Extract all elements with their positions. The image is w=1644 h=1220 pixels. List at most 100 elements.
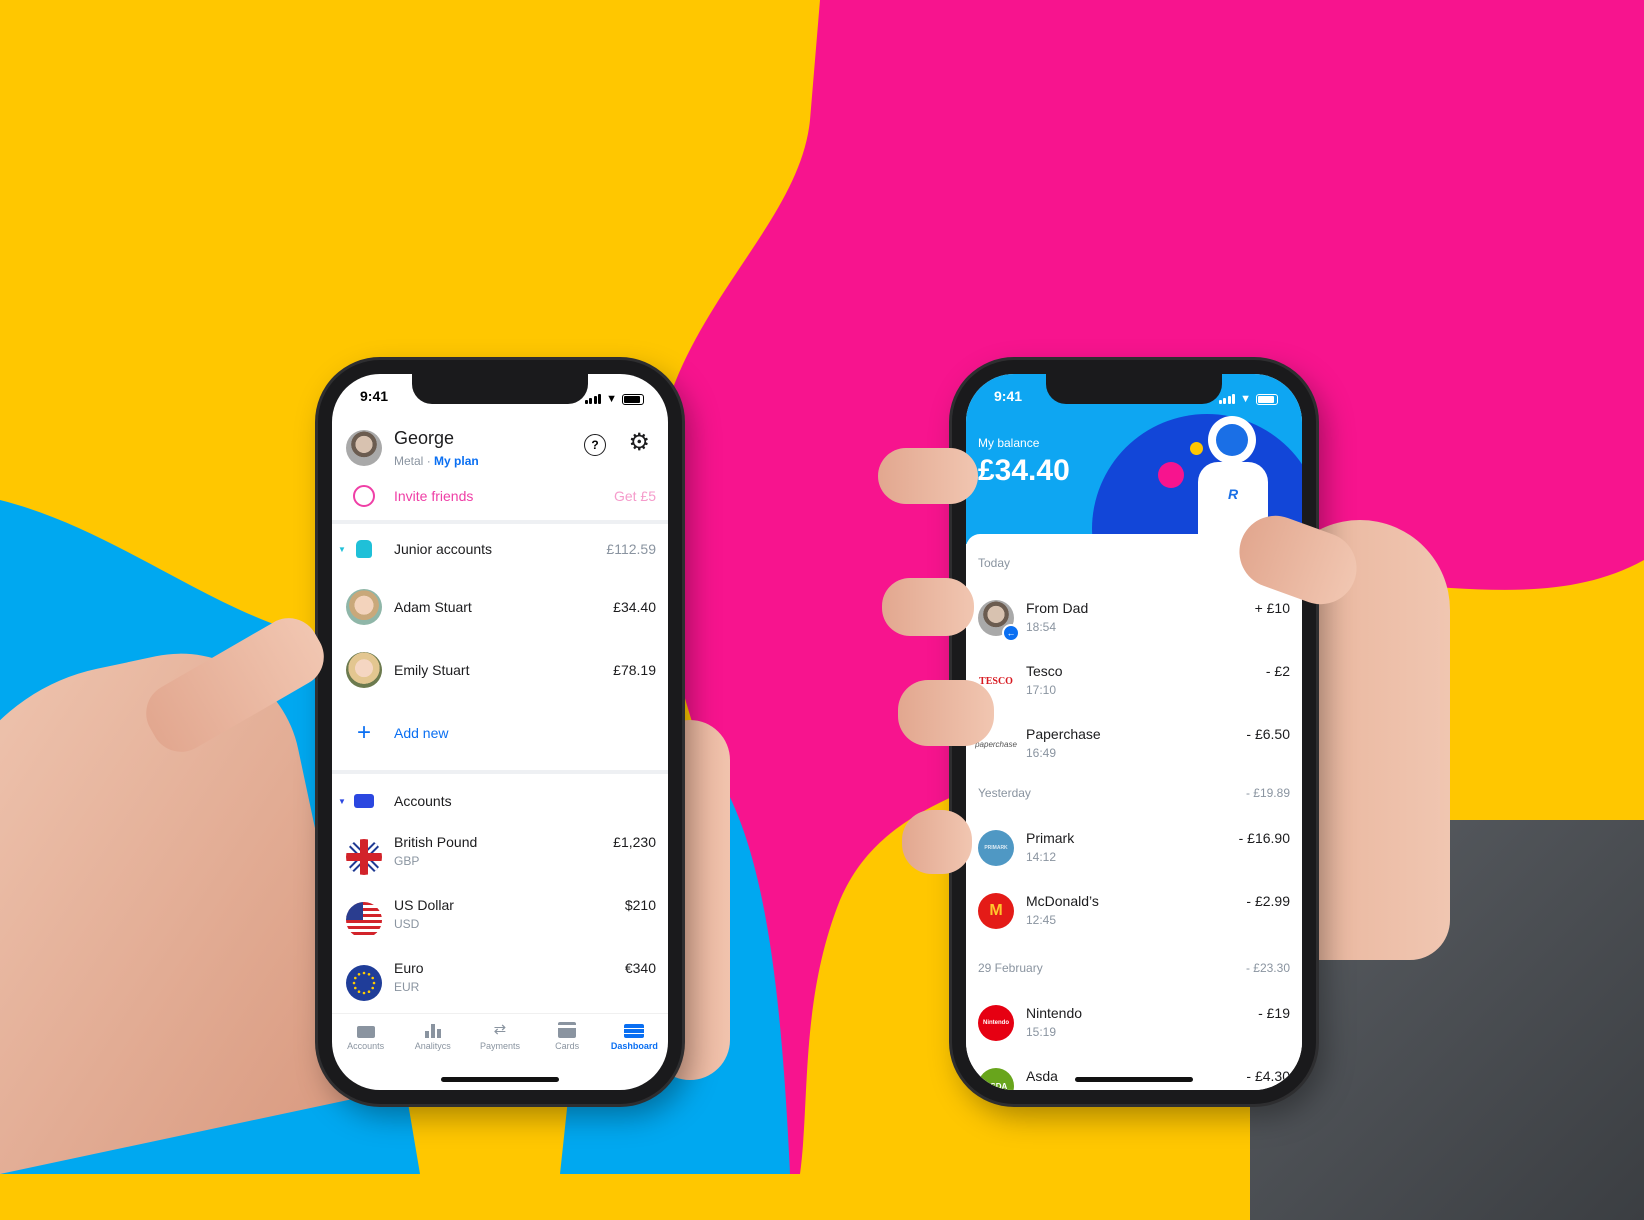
- account-amount: $210: [624, 897, 656, 913]
- invite-reward: Get £5: [613, 488, 656, 504]
- balance-header: R 9:41 ▼ My balance £34.40: [966, 374, 1302, 544]
- tab-accounts[interactable]: Accounts: [335, 1022, 397, 1068]
- profile-header: George Metal · My plan ? ⚙: [346, 428, 654, 474]
- my-plan-link[interactable]: My plan: [434, 454, 479, 468]
- transaction-row[interactable]: PRIMARK Primark 14:12 - £16.90: [966, 824, 1302, 874]
- junior-member-row[interactable]: Emily Stuart £78.19: [332, 649, 668, 691]
- transaction-time: 14:12: [1026, 850, 1057, 864]
- tab-payments[interactable]: ⇄ Payments: [469, 1022, 531, 1068]
- signal-icon: [1218, 394, 1236, 404]
- collapse-caret-icon[interactable]: ▼: [338, 797, 346, 806]
- account-name: Euro: [394, 960, 424, 976]
- divider: [332, 520, 668, 524]
- member-name: Adam Stuart: [394, 599, 472, 615]
- member-amount: £78.19: [613, 662, 656, 678]
- day-header: 29 February - £23.30: [978, 961, 1290, 975]
- member-avatar: [346, 589, 382, 625]
- transaction-row[interactable]: TESCO Tesco 17:10 - £2: [966, 657, 1302, 707]
- merchant-logo: M: [978, 893, 1014, 929]
- transaction-name: McDonald’s: [1026, 893, 1099, 909]
- left-phone: 9:41 ▼ George Metal · My plan ? ⚙ Invite…: [318, 360, 682, 1104]
- status-bar: 9:41 ▼: [966, 388, 1302, 410]
- transaction-row[interactable]: ← From Dad 18:54 + £10: [966, 594, 1302, 644]
- tab-label: Payments: [479, 1041, 520, 1051]
- us-flag-icon: [346, 902, 382, 938]
- signal-icon: [584, 394, 602, 404]
- account-code: EUR: [394, 980, 420, 994]
- incoming-arrow-icon: ←: [1002, 624, 1020, 642]
- transaction-amount: - £16.90: [1238, 830, 1290, 846]
- help-bubble-icon: ?: [591, 438, 599, 452]
- junior-accounts-total: £112.59: [606, 541, 656, 557]
- junior-member-row[interactable]: Adam Stuart £34.40: [332, 586, 668, 628]
- transaction-row[interactable]: ASDA Asda - £4.30: [966, 1062, 1302, 1090]
- wifi-icon: ▼: [1240, 393, 1251, 405]
- transaction-amount: - £2.99: [1246, 893, 1290, 909]
- settings-button[interactable]: ⚙: [628, 430, 650, 456]
- transaction-time: 16:49: [1026, 746, 1057, 760]
- status-time: 9:41: [360, 388, 389, 404]
- transaction-name: Primark: [1026, 830, 1075, 846]
- dashboard-icon: [624, 1022, 645, 1038]
- transaction-amount: - £19: [1258, 1005, 1290, 1021]
- card-icon: [558, 1022, 577, 1038]
- account-row[interactable]: Euro EUR €340: [332, 960, 668, 1006]
- junior-accounts-header[interactable]: ▼ Junior accounts £112.59: [332, 528, 668, 570]
- tab-label: Cards: [555, 1041, 580, 1051]
- transaction-name: Nintendo: [1026, 1005, 1083, 1021]
- tab-label: Dashboard: [610, 1041, 658, 1051]
- plan-separator: ·: [426, 454, 431, 468]
- transaction-name: Asda: [1026, 1068, 1058, 1084]
- tab-dashboard[interactable]: Dashboard: [603, 1022, 665, 1068]
- collapse-caret-icon[interactable]: ▼: [338, 545, 346, 554]
- invite-friends-label: Invite friends: [394, 488, 474, 504]
- help-button[interactable]: ?: [584, 434, 606, 456]
- right-pinky-finger: [902, 810, 972, 874]
- account-name: British Pound: [394, 834, 478, 850]
- member-avatar: [346, 652, 382, 688]
- backpack-icon: [346, 531, 382, 567]
- transaction-row[interactable]: Nintendo Nintendo 15:19 - £19: [966, 999, 1302, 1049]
- invite-friends-row[interactable]: Invite friends Get £5: [332, 476, 668, 516]
- home-indicator: [441, 1077, 559, 1082]
- transaction-row[interactable]: paperchase Paperchase 16:49 - £6.50: [966, 720, 1302, 770]
- member-name: Emily Stuart: [394, 662, 470, 678]
- right-middle-finger: [882, 578, 974, 636]
- tab-cards[interactable]: Cards: [536, 1022, 598, 1068]
- wifi-icon: ▼: [606, 393, 617, 405]
- account-row[interactable]: US Dollar USD $210: [332, 897, 668, 943]
- transaction-name: Tesco: [1026, 663, 1063, 679]
- bar-chart-icon: [424, 1022, 441, 1038]
- profile-plan: Metal · My plan: [394, 454, 479, 468]
- profile-avatar[interactable]: [346, 430, 382, 466]
- profile-name: George: [394, 428, 455, 448]
- tab-analytics[interactable]: Analitycs: [402, 1022, 464, 1068]
- plan-tier: Metal: [394, 454, 424, 468]
- member-amount: £34.40: [613, 599, 656, 615]
- transfer-arrows-icon: ⇄: [493, 1021, 507, 1038]
- tab-label: Analitycs: [414, 1041, 451, 1051]
- account-amount: £1,230: [613, 834, 656, 850]
- account-name: US Dollar: [394, 897, 454, 913]
- account-code: GBP: [394, 854, 420, 868]
- transaction-name: From Dad: [1026, 600, 1089, 616]
- merchant-logo: ASDA: [978, 1068, 1014, 1090]
- pink-dot: [1158, 462, 1184, 488]
- smiley-hearts-icon: [346, 478, 382, 514]
- transaction-amount: + £10: [1254, 600, 1290, 616]
- right-index-finger: [878, 448, 978, 504]
- account-amount: €340: [624, 960, 656, 976]
- balance-label: My balance: [978, 436, 1040, 450]
- transaction-row[interactable]: M McDonald’s 12:45 - £2.99: [966, 887, 1302, 937]
- eu-flag-icon: [346, 965, 382, 1001]
- transactions-list: Today ← From Dad 18:54 + £10 TESCO Tesco…: [966, 534, 1302, 1090]
- accounts-label: Accounts: [394, 793, 452, 809]
- transaction-time: 18:54: [1026, 620, 1057, 634]
- account-row[interactable]: British Pound GBP £1,230: [332, 834, 668, 880]
- account-code: USD: [394, 917, 420, 931]
- add-new-button[interactable]: + Add new: [332, 712, 668, 754]
- gear-icon: ⚙: [628, 429, 650, 456]
- accounts-header[interactable]: ▼ Accounts: [332, 780, 668, 822]
- day-header: Yesterday - £19.89: [978, 786, 1290, 800]
- uk-flag-icon: [346, 839, 382, 875]
